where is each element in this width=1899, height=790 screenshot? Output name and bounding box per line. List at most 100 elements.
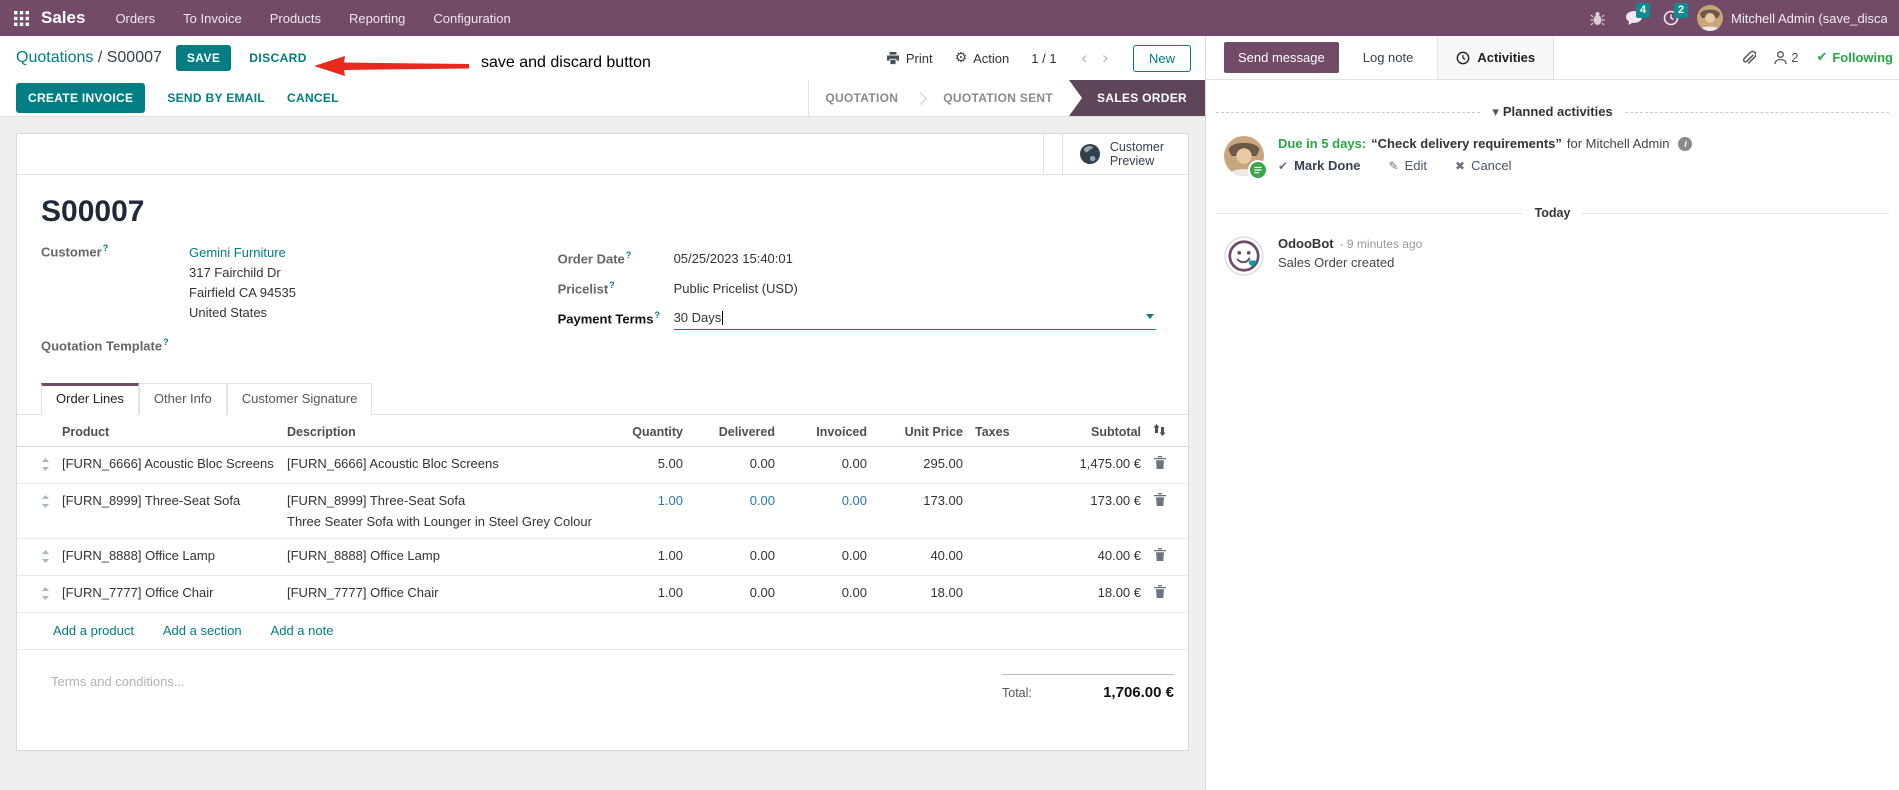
menu-configuration[interactable]: Configuration: [433, 11, 510, 26]
col-delivered[interactable]: Delivered: [689, 415, 781, 448]
control-panel: Quotations / S00007 SAVE DISCARD save an…: [0, 36, 1205, 80]
pricelist-value[interactable]: Public Pricelist (USD): [674, 281, 798, 296]
pager-previous-icon[interactable]: ‹: [1079, 48, 1090, 69]
gear-icon: ⚙: [954, 50, 968, 66]
printer-icon: [886, 51, 899, 64]
activity-summary: “Check delivery requirements”: [1371, 136, 1562, 151]
order-date-value[interactable]: 05/25/2023 15:40:01: [674, 251, 793, 266]
tab-customer-signature[interactable]: Customer Signature: [226, 383, 373, 416]
message-timestamp: - 9 minutes ago: [1339, 237, 1423, 251]
delete-row-icon[interactable]: [1154, 456, 1166, 472]
send-message-button[interactable]: Send message: [1224, 42, 1339, 73]
cancel-activity-button[interactable]: ✖ Cancel: [1455, 158, 1512, 173]
debug-bug-icon[interactable]: [1590, 11, 1605, 26]
add-a-product-link[interactable]: Add a product: [53, 623, 134, 638]
new-button[interactable]: New: [1132, 44, 1191, 72]
action-button[interactable]: ⚙ Action: [955, 50, 1010, 66]
col-unit-price[interactable]: Unit Price: [873, 415, 969, 448]
messages-icon[interactable]: 4: [1625, 3, 1651, 26]
state-sales-order-active[interactable]: SALES ORDER: [1069, 80, 1205, 116]
drag-handle-icon[interactable]: [41, 587, 50, 603]
message-body: Sales Order created: [1278, 255, 1395, 270]
discard-button[interactable]: DISCARD: [249, 51, 306, 65]
planned-activities-toggle[interactable]: ▾ Planned activities: [1492, 104, 1612, 120]
tab-order-lines[interactable]: Order Lines: [41, 383, 139, 416]
state-separator-icon: [914, 91, 928, 105]
activities-count-badge: 2: [1674, 3, 1689, 18]
user-menu[interactable]: Mitchell Admin (save_discar: [1697, 5, 1887, 31]
order-lines-table: Product Description Quantity Delivered I…: [17, 415, 1188, 614]
address-line-3: United States: [189, 305, 268, 320]
terms-and-conditions-placeholder[interactable]: Terms and conditions...: [51, 674, 185, 701]
annotation-red-arrow: [314, 53, 469, 82]
check-icon: ✔: [1278, 158, 1289, 173]
content-area: Customer Preview S00007 Customer? Gemini …: [0, 117, 1205, 790]
help-icon: ?: [102, 243, 109, 253]
user-name: Mitchell Admin (save_discar: [1731, 10, 1887, 26]
activities-button[interactable]: Activities: [1437, 36, 1555, 79]
edit-activity-button[interactable]: ✎ Edit: [1389, 158, 1427, 173]
create-invoice-button[interactable]: CREATE INVOICE: [16, 83, 146, 113]
delete-row-icon[interactable]: [1154, 493, 1166, 509]
breadcrumb: Quotations / S00007: [16, 49, 162, 67]
delete-row-icon[interactable]: [1154, 585, 1166, 601]
drag-handle-icon[interactable]: [41, 458, 50, 474]
add-a-note-link[interactable]: Add a note: [271, 623, 334, 638]
table-row[interactable]: [FURN_6666] Acoustic Bloc Screens [FURN_…: [17, 446, 1188, 485]
chatter-panel: Send message Log note Activities 2 ✔ Fol…: [1205, 36, 1899, 790]
info-icon[interactable]: i: [1678, 136, 1693, 151]
button-box: Customer Preview: [17, 134, 1188, 175]
dropdown-caret-icon[interactable]: [1145, 314, 1154, 319]
help-icon: ?: [654, 309, 660, 320]
drag-handle-icon[interactable]: [41, 550, 50, 566]
table-row[interactable]: [FURN_8999] Three-Seat Sofa [FURN_8999] …: [17, 483, 1188, 540]
mark-done-button[interactable]: ✔ Mark Done: [1278, 158, 1361, 173]
address-line-2: Fairfield CA 94535: [189, 285, 296, 300]
activities-clock-icon[interactable]: 2: [1663, 3, 1689, 26]
text-cursor: [722, 310, 724, 325]
log-note-button[interactable]: Log note: [1363, 50, 1414, 65]
menu-orders[interactable]: Orders: [115, 11, 155, 26]
print-button[interactable]: Print: [886, 51, 933, 66]
col-subtotal[interactable]: Subtotal: [1035, 415, 1147, 448]
col-invoiced[interactable]: Invoiced: [781, 415, 873, 448]
customer-preview-button[interactable]: Customer Preview: [1063, 134, 1180, 174]
help-icon: ?: [625, 249, 632, 260]
following-button[interactable]: ✔ Following: [1816, 50, 1893, 65]
menu-to-invoice[interactable]: To Invoice: [183, 11, 242, 26]
table-row[interactable]: [FURN_8888] Office Lamp [FURN_8888] Offi…: [17, 538, 1188, 577]
customer-link[interactable]: Gemini Furniture: [189, 243, 296, 263]
attachments-button[interactable]: [1741, 50, 1757, 66]
col-quantity[interactable]: Quantity: [601, 415, 689, 448]
optional-columns-icon[interactable]: [1147, 415, 1188, 448]
send-by-email-button[interactable]: SEND BY EMAIL: [167, 91, 265, 105]
delete-row-icon[interactable]: [1154, 548, 1166, 564]
chatter-message: OdooBot - 9 minutes ago Sales Order crea…: [1206, 220, 1899, 279]
state-quotation[interactable]: QUOTATION: [809, 91, 914, 105]
cancel-button[interactable]: CANCEL: [287, 91, 339, 105]
apps-grid-icon[interactable]: [14, 10, 29, 26]
col-description[interactable]: Description: [281, 415, 601, 448]
tab-other-info[interactable]: Other Info: [138, 383, 227, 416]
menu-products[interactable]: Products: [270, 11, 321, 26]
add-a-section-link[interactable]: Add a section: [163, 623, 242, 638]
col-taxes[interactable]: Taxes: [969, 415, 1035, 448]
globe-icon: [1079, 144, 1100, 164]
followers-button[interactable]: 2: [1774, 50, 1798, 65]
pricelist-label: Pricelist?: [557, 279, 615, 297]
table-row[interactable]: [FURN_7777] Office Chair [FURN_7777] Off…: [17, 575, 1188, 614]
form-card: Customer Preview S00007 Customer? Gemini …: [16, 133, 1189, 751]
breadcrumb-separator: /: [93, 49, 107, 66]
drag-handle-icon[interactable]: [41, 495, 50, 511]
menu-reporting[interactable]: Reporting: [349, 11, 405, 26]
message-author[interactable]: OdooBot: [1278, 236, 1334, 251]
payment-terms-input[interactable]: 30 Days: [673, 306, 1156, 330]
address-line-1: 317 Fairchild Dr: [189, 265, 281, 280]
save-button[interactable]: SAVE: [175, 45, 232, 71]
table-header-row: Product Description Quantity Delivered I…: [17, 415, 1188, 448]
pager-next-icon[interactable]: ›: [1100, 48, 1111, 69]
state-quotation-sent[interactable]: QUOTATION SENT: [927, 91, 1069, 105]
col-product[interactable]: Product: [56, 415, 281, 448]
breadcrumb-quotations-link[interactable]: Quotations: [16, 49, 93, 66]
app-name[interactable]: Sales: [41, 8, 85, 28]
